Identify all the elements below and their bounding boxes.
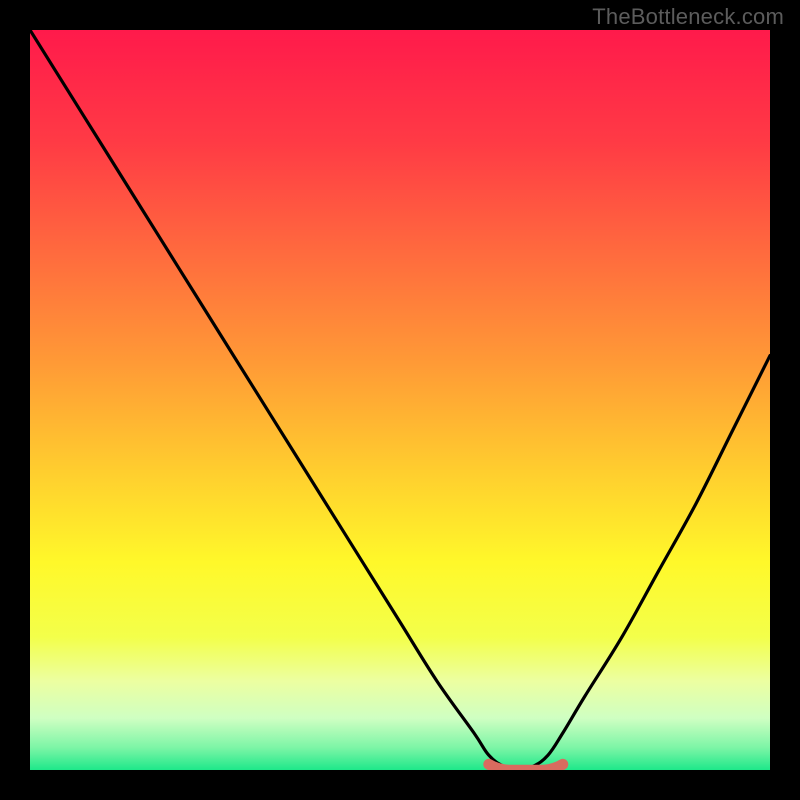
chart-frame: TheBottleneck.com	[0, 0, 800, 800]
bottleneck-curve	[30, 30, 770, 770]
plot-area	[30, 30, 770, 770]
attribution-text: TheBottleneck.com	[592, 4, 784, 30]
